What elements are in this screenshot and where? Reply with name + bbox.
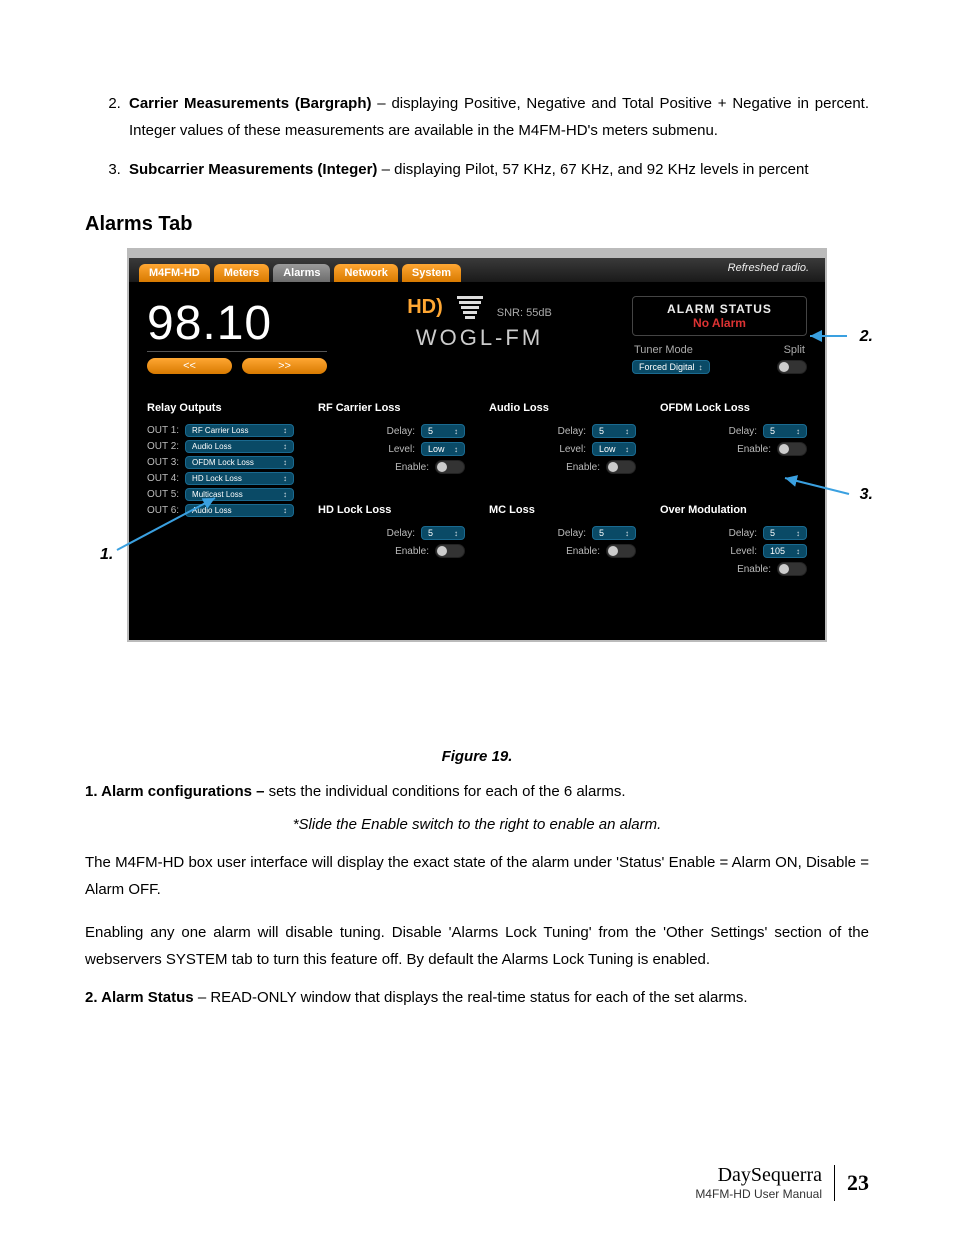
hd-delay-select[interactable]: 5 — [421, 526, 465, 540]
tuner-mode-label: Tuner Mode — [634, 344, 693, 356]
para-alarm-config: 1. Alarm configurations – sets the indiv… — [85, 783, 869, 800]
tab-system[interactable]: System — [402, 264, 461, 282]
section-heading: Alarms Tab — [85, 213, 869, 236]
rf-enable-toggle[interactable] — [435, 460, 465, 474]
om-enable-toggle[interactable] — [777, 562, 807, 576]
list3-title: Subcarrier Measurements (Integer) — [129, 161, 377, 178]
relay-out5-select[interactable]: Multicast Loss — [185, 488, 294, 501]
page-footer: DaySequerra M4FM-HD User Manual 23 — [695, 1164, 869, 1201]
figure-caption: Figure 19. — [85, 748, 869, 765]
ofdm-delay-select[interactable]: 5 — [763, 424, 807, 438]
aud-delay-select[interactable]: 5 — [592, 424, 636, 438]
col-title: HD Lock Loss — [318, 504, 465, 516]
aud-level-select[interactable]: Low — [592, 442, 636, 456]
hd-enable-toggle[interactable] — [435, 544, 465, 558]
callout-2: 2. — [860, 328, 873, 346]
split-toggle[interactable] — [777, 360, 807, 374]
col-title: Audio Loss — [489, 402, 636, 414]
tab-network[interactable]: Network — [334, 264, 397, 282]
rf-carrier-loss-col: RF Carrier Loss Delay:5 Level:Low Enable… — [318, 402, 465, 478]
col-title: Relay Outputs — [147, 402, 294, 414]
para-lock-tuning: Enabling any one alarm will disable tuni… — [85, 919, 869, 973]
ofdm-enable-toggle[interactable] — [777, 442, 807, 456]
col-title: RF Carrier Loss — [318, 402, 465, 414]
relay-out3-select[interactable]: OFDM Lock Loss — [185, 456, 294, 469]
alarm-status-value: No Alarm — [637, 316, 802, 330]
tuner-split-label: Split — [784, 344, 805, 356]
col-title: Over Modulation — [660, 504, 807, 516]
rf-level-select[interactable]: Low — [421, 442, 465, 456]
audio-loss-col: Audio Loss Delay:5 Level:Low Enable: — [489, 402, 636, 478]
snr-label: SNR: 55dB — [497, 307, 552, 319]
ui-screenshot: M4FM-HD Meters Alarms Network System Ref… — [127, 248, 827, 642]
om-level-select[interactable]: 105 — [763, 544, 807, 558]
relay-outputs-col: Relay Outputs OUT 1:RF Carrier Loss OUT … — [147, 402, 294, 580]
intro-list: Carrier Measurements (Bargraph) – displa… — [85, 90, 869, 183]
list-item: Subcarrier Measurements (Integer) – disp… — [125, 156, 869, 183]
alarm-status-box: ALARM STATUS No Alarm — [632, 296, 807, 336]
col-title: MC Loss — [489, 504, 636, 516]
mc-enable-toggle[interactable] — [606, 544, 636, 558]
col-title: OFDM Lock Loss — [660, 402, 807, 414]
tab-alarms[interactable]: Alarms — [273, 264, 330, 282]
tab-m4fm[interactable]: M4FM-HD — [139, 264, 210, 282]
aud-enable-toggle[interactable] — [606, 460, 636, 474]
callout-3: 3. — [860, 486, 873, 504]
relay-out2-select[interactable]: Audio Loss — [185, 440, 294, 453]
list2-title: Carrier Measurements (Bargraph) — [129, 95, 372, 112]
footer-subtitle: M4FM-HD User Manual — [695, 1187, 822, 1201]
mc-delay-select[interactable]: 5 — [592, 526, 636, 540]
over-modulation-col: Over Modulation Delay:5 Level:105 Enable… — [660, 504, 807, 580]
frequency-readout: 98.10 — [147, 296, 327, 352]
callout-1: 1. — [100, 546, 113, 564]
footer-divider — [834, 1165, 835, 1201]
footer-brand: DaySequerra — [695, 1164, 822, 1187]
tune-up-button[interactable]: >> — [242, 358, 327, 374]
hd-logo-icon: HD) — [407, 296, 443, 319]
station-name: WOGL-FM — [355, 325, 604, 351]
tab-meters[interactable]: Meters — [214, 264, 269, 282]
list3-body: – displaying Pilot, 57 KHz, 67 KHz, and … — [377, 161, 808, 178]
om-delay-select[interactable]: 5 — [763, 526, 807, 540]
tune-down-button[interactable]: << — [147, 358, 232, 374]
list-item: Carrier Measurements (Bargraph) – displa… — [125, 90, 869, 144]
hd-lock-loss-col: HD Lock Loss Delay:5 Enable: — [318, 504, 465, 580]
ofdm-lock-loss-col: OFDM Lock Loss Delay:5 Enable: — [660, 402, 807, 478]
para-status-explain: The M4FM-HD box user interface will disp… — [85, 849, 869, 903]
para-enable-hint: *Slide the Enable switch to the right to… — [85, 816, 869, 833]
tuner-mode-select[interactable]: Forced Digital — [632, 360, 710, 374]
relay-out6-select[interactable]: Audio Loss — [185, 504, 294, 517]
relay-out4-select[interactable]: HD Lock Loss — [185, 472, 294, 485]
relay-out1-select[interactable]: RF Carrier Loss — [185, 424, 294, 437]
page-number: 23 — [847, 1170, 869, 1196]
refreshed-label: Refreshed radio. — [728, 262, 809, 274]
signal-bars-icon — [457, 296, 483, 319]
para-alarm-status: 2. Alarm Status – READ-ONLY window that … — [85, 989, 869, 1006]
rf-delay-select[interactable]: 5 — [421, 424, 465, 438]
alarm-status-title: ALARM STATUS — [637, 302, 802, 316]
mc-loss-col: MC Loss Delay:5 Enable: — [489, 504, 636, 580]
